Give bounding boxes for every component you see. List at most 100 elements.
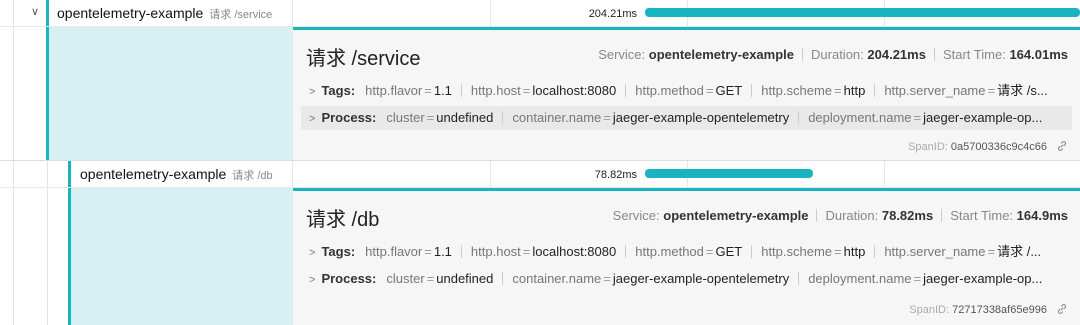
span-row-service[interactable]: ∨ opentelemetry-example 请求 /service 204.2… xyxy=(0,0,1080,27)
kv-key: http.host xyxy=(470,244,521,259)
kv-separator xyxy=(502,272,504,285)
kv-key: container.name xyxy=(512,271,602,286)
kv-value: undefined xyxy=(436,110,494,125)
chevron-right-icon[interactable]: > xyxy=(309,86,315,98)
start-meta-value: 164.9ms xyxy=(1016,208,1068,223)
kv-value: http xyxy=(843,83,866,98)
kv-pair: http.server_name = 请求 /... xyxy=(884,244,1042,259)
kv-pair: http.flavor = 1.1 xyxy=(365,83,452,98)
kv-key: http.scheme xyxy=(761,83,833,98)
duration-meta-value: 78.82ms xyxy=(881,208,934,223)
span-duration-label: 204.21ms xyxy=(588,8,637,20)
kv-value: jaeger-example-opentelemetry xyxy=(612,110,790,125)
kv-separator xyxy=(625,84,627,97)
kv-key: http.method xyxy=(635,83,704,98)
kv-key: deployment.name xyxy=(808,271,912,286)
link-icon[interactable] xyxy=(1056,140,1068,152)
kv-key: deployment.name xyxy=(808,110,912,125)
span-row-db[interactable]: opentelemetry-example 请求 /db 78.82ms xyxy=(0,161,1080,188)
span-id: SpanID: 0a5700336c9c4c66 xyxy=(908,140,1068,153)
indent-guide xyxy=(47,161,48,187)
span-detail-db: 请求 /db Service: opentelemetry-example Dur… xyxy=(0,188,1080,325)
kv-separator xyxy=(460,84,462,97)
timeline-tick xyxy=(490,161,491,187)
kv-value: undefined xyxy=(436,271,494,286)
span-name-cell[interactable]: opentelemetry-example 请求 /db xyxy=(0,161,293,187)
detail-title: 请求 /service xyxy=(306,48,421,70)
span-detail-panel: 请求 /service Service: opentelemetry-examp… xyxy=(293,27,1080,161)
span-id-value: 0a5700336c9c4c66 xyxy=(950,141,1047,153)
operation-name-text: 请求 /service xyxy=(209,9,273,21)
span-service-name[interactable]: opentelemetry-example 请求 /db xyxy=(80,166,273,183)
timeline-tick xyxy=(490,0,491,26)
kv-pair: deployment.name = jaeger-example-op... xyxy=(808,271,1043,286)
kv-pair: http.host = localhost:8080 xyxy=(470,244,617,259)
kv-key: http.flavor xyxy=(365,244,423,259)
kv-value: jaeger-example-op... xyxy=(923,271,1043,286)
chevron-down-icon[interactable]: ∨ xyxy=(31,5,39,18)
span-detail-panel: 请求 /db Service: opentelemetry-example Dur… xyxy=(293,188,1080,325)
kv-separator xyxy=(625,245,627,258)
kv-separator xyxy=(874,84,876,97)
duration-meta-label: Duration: xyxy=(825,208,879,223)
tags-list: http.flavor = 1.1 http.host = localhost:8080 h… xyxy=(365,244,1041,259)
kv-value: jaeger-example-op... xyxy=(923,110,1043,125)
span-duration-bar[interactable] xyxy=(645,8,1080,17)
kv-separator xyxy=(502,111,504,124)
kv-pair: http.method = GET xyxy=(635,244,743,259)
kv-pair: http.scheme = http xyxy=(761,244,866,259)
kv-key: http.method xyxy=(635,244,704,259)
kv-separator xyxy=(798,272,800,285)
process-list: cluster = undefined container.name = jaeger-e… xyxy=(386,110,1042,125)
service-meta-value: opentelemetry-example xyxy=(648,47,795,62)
span-service-name[interactable]: opentelemetry-example 请求 /service xyxy=(57,5,272,22)
kv-value: 请求 /... xyxy=(997,244,1042,259)
chevron-right-icon[interactable]: > xyxy=(309,113,315,125)
kv-value: localhost:8080 xyxy=(532,244,617,259)
process-row[interactable]: > Process: cluster = undefined container.name… xyxy=(301,267,1072,291)
start-meta-label: Start Time: xyxy=(950,208,1014,223)
indent-guide xyxy=(13,188,14,325)
process-label: Process: xyxy=(321,110,377,125)
kv-key: http.server_name xyxy=(884,244,986,259)
kv-separator xyxy=(798,111,800,124)
chevron-right-icon[interactable]: > xyxy=(309,247,315,259)
tags-label: Tags: xyxy=(321,83,356,98)
duration-meta-value: 204.21ms xyxy=(867,47,926,62)
duration-meta-label: Duration: xyxy=(811,47,864,62)
process-label: Process: xyxy=(321,271,377,286)
kv-value: GET xyxy=(715,244,743,259)
span-name-cell[interactable]: ∨ opentelemetry-example 请求 /service xyxy=(0,0,293,26)
span-id-label: SpanID: xyxy=(909,304,950,316)
chevron-right-icon[interactable]: > xyxy=(309,274,315,286)
span-id-value: 72717338af65e996 xyxy=(952,304,1047,316)
link-icon[interactable] xyxy=(1056,303,1068,315)
kv-key: cluster xyxy=(386,271,425,286)
span-timeline[interactable]: 78.82ms xyxy=(293,161,1080,187)
kv-key: http.scheme xyxy=(761,244,833,259)
service-color-bar xyxy=(68,161,71,187)
kv-value: GET xyxy=(715,83,743,98)
detail-gutter xyxy=(0,188,293,325)
detail-title: 请求 /db xyxy=(306,209,380,231)
detail-meta: Service: opentelemetry-example Duration: … xyxy=(613,208,1068,223)
process-row[interactable]: > Process: cluster = undefined container.name… xyxy=(301,106,1072,130)
kv-value: 请求 /s... xyxy=(997,83,1048,98)
detail-highlight xyxy=(68,188,293,325)
span-id-label: SpanID: xyxy=(908,141,948,153)
operation-name-text: 请求 /db xyxy=(232,170,273,182)
indent-guide xyxy=(13,0,14,26)
service-color-bar xyxy=(46,0,49,26)
span-timeline[interactable]: 204.21ms xyxy=(293,0,1080,26)
kv-pair: http.method = GET xyxy=(635,83,743,98)
tags-row[interactable]: > Tags: http.flavor = 1.1 http.host = localhost… xyxy=(301,79,1072,103)
span-duration-bar[interactable] xyxy=(645,169,813,178)
process-list: cluster = undefined container.name = jaeger-e… xyxy=(386,271,1042,286)
service-name-text: opentelemetry-example xyxy=(80,166,227,182)
indent-guide xyxy=(47,188,48,325)
kv-value: 1.1 xyxy=(433,244,452,259)
tags-row[interactable]: > Tags: http.flavor = 1.1 http.host = localhost… xyxy=(301,240,1072,264)
kv-key: http.server_name xyxy=(884,83,986,98)
kv-pair: container.name = jaeger-example-openteleme… xyxy=(512,271,790,286)
detail-gutter xyxy=(0,27,293,161)
